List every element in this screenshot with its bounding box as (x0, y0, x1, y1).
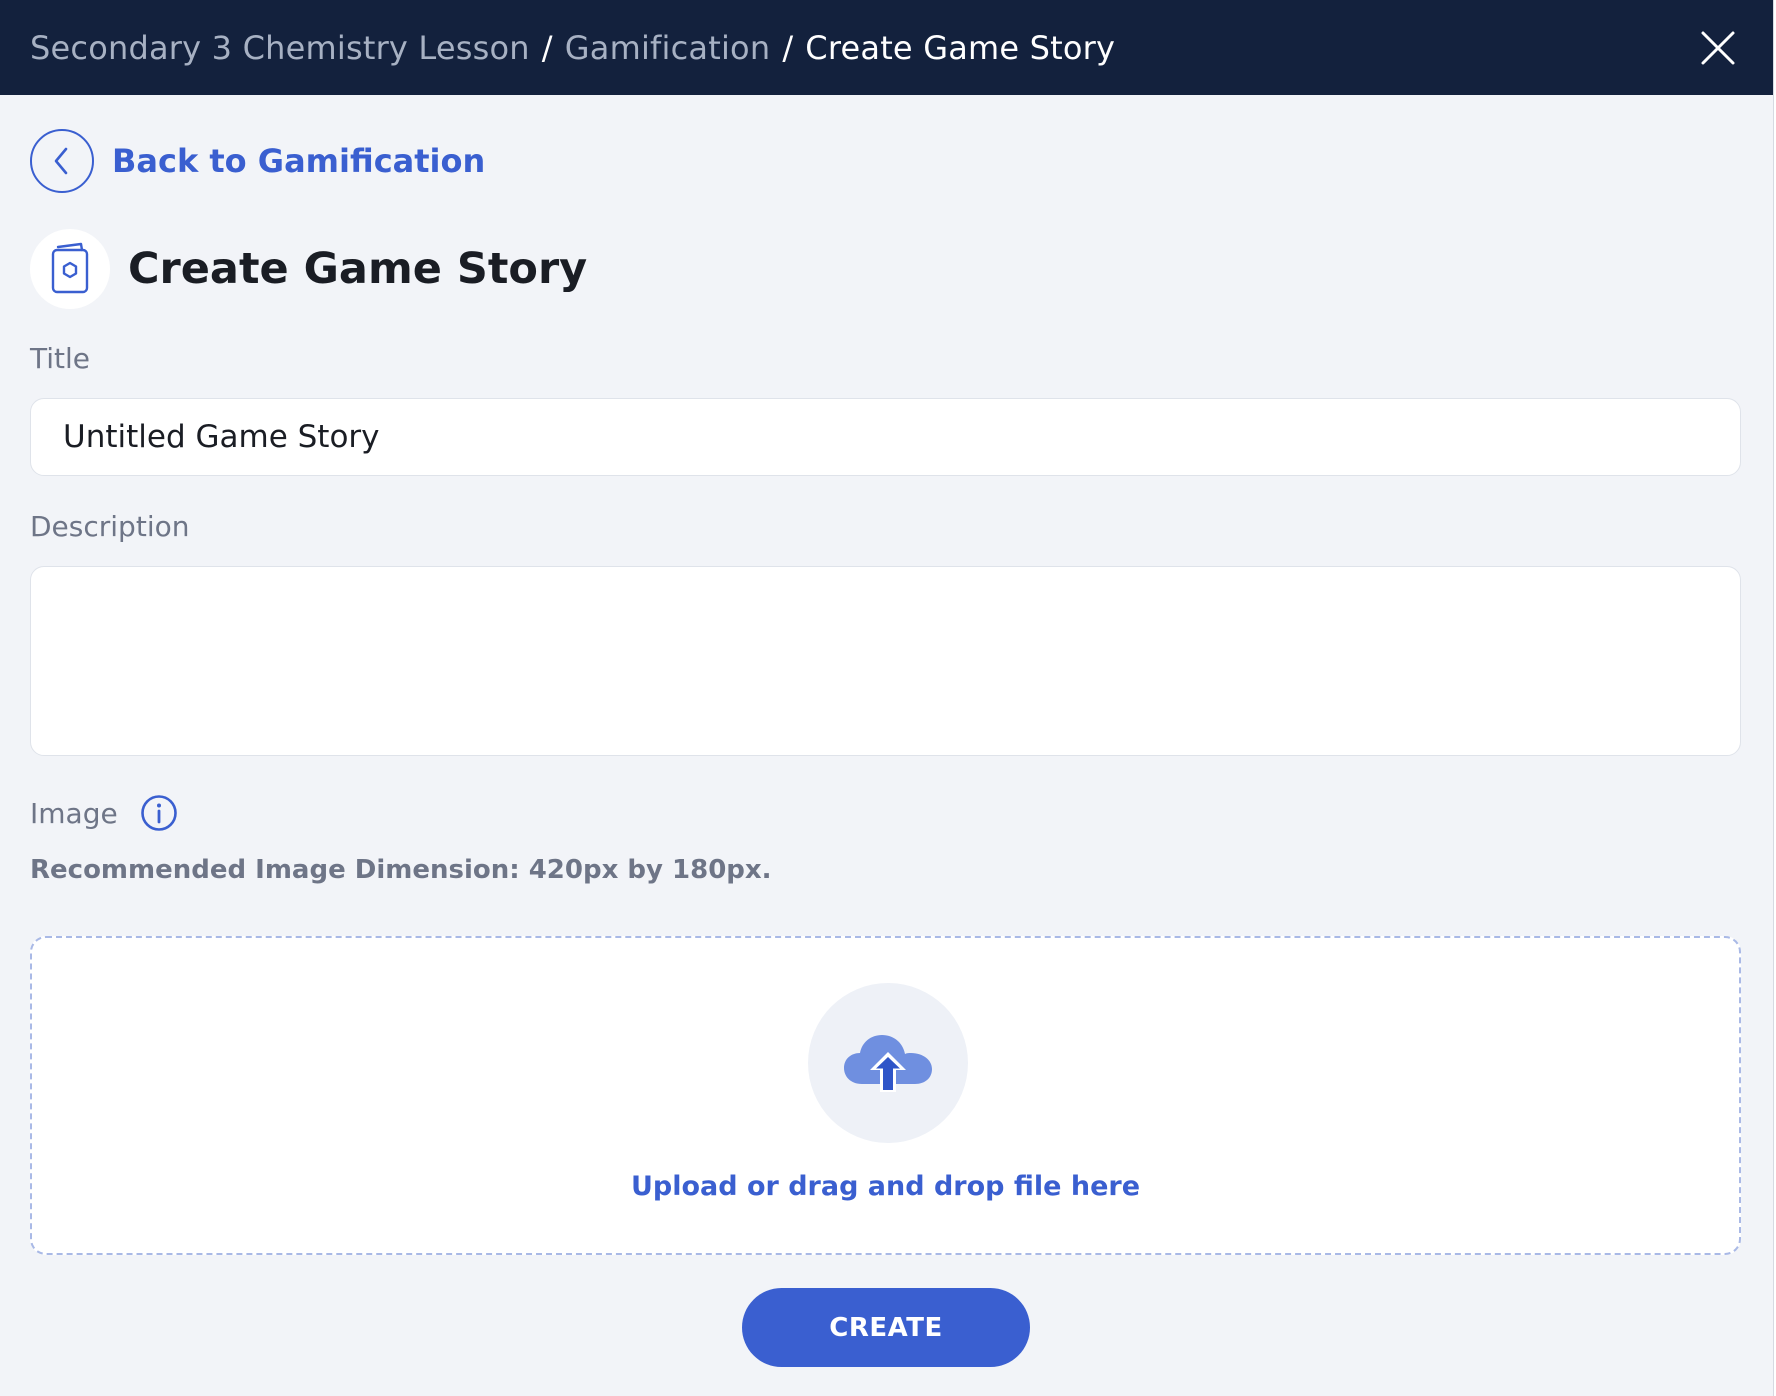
title-input[interactable] (30, 398, 1741, 476)
breadcrumb-item-current: Create Game Story (805, 28, 1116, 67)
breadcrumb-item-lesson[interactable]: Secondary 3 Chemistry Lesson (30, 29, 530, 67)
description-label: Description (30, 510, 190, 543)
back-button-circle[interactable] (30, 129, 94, 193)
back-to-gamification-link[interactable]: Back to Gamification (30, 129, 485, 193)
description-textarea[interactable] (30, 566, 1741, 756)
image-dimension-hint: Recommended Image Dimension: 420px by 18… (30, 855, 772, 885)
modal-header: Secondary 3 Chemistry Lesson / Gamificat… (0, 0, 1773, 95)
breadcrumb-separator: / (782, 28, 794, 67)
chevron-left-icon (54, 147, 68, 175)
close-button[interactable] (1700, 30, 1736, 66)
cloud-upload-icon (844, 1035, 932, 1092)
breadcrumb-item-gamification[interactable]: Gamification (565, 29, 771, 67)
image-dropzone[interactable]: Upload or drag and drop file here (30, 936, 1741, 1255)
image-label: Image (30, 796, 118, 830)
page-title: Create Game Story (128, 244, 588, 294)
image-label-row: Image (30, 794, 178, 832)
back-link-label[interactable]: Back to Gamification (112, 142, 485, 180)
breadcrumb-separator: / (541, 28, 553, 67)
upload-icon-badge (808, 983, 968, 1143)
heading-icon-badge (30, 229, 110, 309)
info-icon[interactable] (140, 794, 178, 832)
upload-instruction[interactable]: Upload or drag and drop file here (32, 1171, 1739, 1202)
title-label: Title (30, 342, 91, 375)
page-heading: Create Game Story (30, 229, 587, 309)
breadcrumb: Secondary 3 Chemistry Lesson / Gamificat… (30, 0, 1115, 95)
story-card-icon (51, 242, 89, 294)
close-icon (1701, 31, 1735, 65)
create-game-story-modal: Secondary 3 Chemistry Lesson / Gamificat… (0, 0, 1774, 1396)
create-button[interactable]: CREATE (742, 1288, 1030, 1367)
